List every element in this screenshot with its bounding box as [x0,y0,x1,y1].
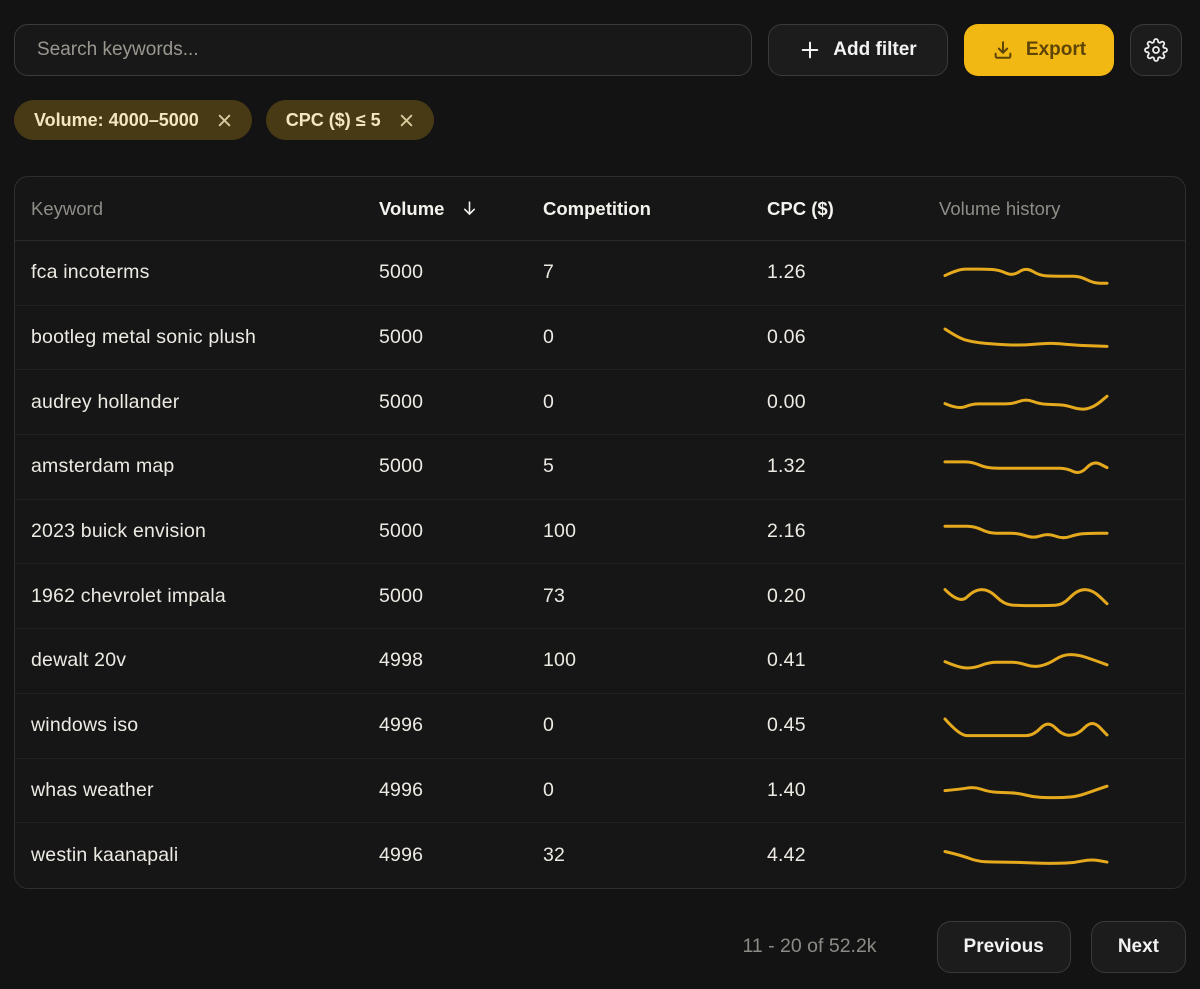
keyword-cell: audrey hollander [31,391,379,414]
volume-history-sparkline [939,641,1169,681]
column-header-volume-history: Volume history [939,198,1169,220]
volume-cell: 4996 [379,779,543,802]
arrow-down-icon [460,199,479,218]
volume-history-sparkline [939,770,1169,810]
volume-history-sparkline [939,318,1169,358]
table-header: Keyword Volume Competition CPC ($) Volum… [15,177,1185,241]
volume-cell: 5000 [379,520,543,543]
volume-cell: 4998 [379,649,543,672]
table-row[interactable]: amsterdam map 5000 5 1.32 [15,435,1185,500]
add-filter-label: Add filter [833,39,916,61]
keyword-cell: dewalt 20v [31,649,379,672]
competition-cell: 5 [543,455,767,478]
competition-cell: 100 [543,520,767,543]
filter-chip-volume[interactable]: Volume: 4000–5000 [14,100,252,140]
export-label: Export [1026,39,1086,61]
toolbar: Add filter Export [0,0,1200,76]
keyword-cell: fca incoterms [31,261,379,284]
competition-cell: 0 [543,391,767,414]
volume-cell: 4996 [379,844,543,867]
competition-cell: 100 [543,649,767,672]
close-icon[interactable] [399,113,414,128]
download-icon [992,39,1014,61]
active-filters: Volume: 4000–5000 CPC ($) ≤ 5 [14,100,1186,140]
keyword-cell: whas weather [31,779,379,802]
volume-history-sparkline [939,706,1169,746]
close-icon[interactable] [217,113,232,128]
volume-cell: 4996 [379,714,543,737]
previous-page-button[interactable]: Previous [937,921,1071,973]
volume-history-sparkline [939,836,1169,876]
cpc-cell: 1.26 [767,261,939,284]
volume-history-sparkline [939,253,1169,293]
keyword-cell: westin kaanapali [31,844,379,867]
cpc-cell: 0.00 [767,391,939,414]
competition-cell: 32 [543,844,767,867]
cpc-cell: 1.32 [767,455,939,478]
keywords-table: Keyword Volume Competition CPC ($) Volum… [14,176,1186,889]
competition-cell: 73 [543,585,767,608]
add-filter-button[interactable]: Add filter [768,24,948,76]
cpc-cell: 0.20 [767,585,939,608]
results-range-label: 11 - 20 of 52.2k [742,935,876,958]
table-row[interactable]: fca incoterms 5000 7 1.26 [15,241,1185,306]
volume-history-sparkline [939,512,1169,552]
table-row[interactable]: windows iso 4996 0 0.45 [15,694,1185,759]
column-header-volume-label: Volume [379,198,444,220]
keyword-cell: windows iso [31,714,379,737]
column-header-volume[interactable]: Volume [379,198,543,220]
keyword-cell: 1962 chevrolet impala [31,585,379,608]
keyword-cell: 2023 buick envision [31,520,379,543]
cpc-cell: 0.41 [767,649,939,672]
column-header-cpc: CPC ($) [767,198,939,220]
competition-cell: 0 [543,779,767,802]
search-input[interactable] [14,24,752,76]
pagination: 11 - 20 of 52.2k Previous Next [14,921,1186,973]
volume-cell: 5000 [379,261,543,284]
cpc-cell: 1.40 [767,779,939,802]
table-row[interactable]: dewalt 20v 4998 100 0.41 [15,629,1185,694]
table-body: fca incoterms 5000 7 1.26 bootleg metal … [15,241,1185,888]
column-header-competition: Competition [543,198,767,220]
table-row[interactable]: bootleg metal sonic plush 5000 0 0.06 [15,306,1185,371]
export-button[interactable]: Export [964,24,1114,76]
table-row[interactable]: 2023 buick envision 5000 100 2.16 [15,500,1185,565]
cpc-cell: 0.06 [767,326,939,349]
plus-icon [799,39,821,61]
table-row[interactable]: 1962 chevrolet impala 5000 73 0.20 [15,564,1185,629]
competition-cell: 0 [543,714,767,737]
next-page-button[interactable]: Next [1091,921,1186,973]
filter-chip-label: CPC ($) ≤ 5 [286,110,381,131]
competition-cell: 0 [543,326,767,349]
cpc-cell: 0.45 [767,714,939,737]
volume-cell: 5000 [379,326,543,349]
volume-history-sparkline [939,382,1169,422]
volume-history-sparkline [939,447,1169,487]
column-header-keyword: Keyword [31,198,379,220]
volume-cell: 5000 [379,585,543,608]
filter-chip-cpc[interactable]: CPC ($) ≤ 5 [266,100,434,140]
filter-chip-label: Volume: 4000–5000 [34,110,199,131]
cpc-cell: 2.16 [767,520,939,543]
cpc-cell: 4.42 [767,844,939,867]
keyword-cell: bootleg metal sonic plush [31,326,379,349]
volume-cell: 5000 [379,455,543,478]
settings-button[interactable] [1130,24,1182,76]
keyword-cell: amsterdam map [31,455,379,478]
volume-cell: 5000 [379,391,543,414]
gear-icon [1144,38,1168,62]
competition-cell: 7 [543,261,767,284]
table-row[interactable]: westin kaanapali 4996 32 4.42 [15,823,1185,888]
next-label: Next [1118,936,1159,958]
volume-history-sparkline [939,576,1169,616]
previous-label: Previous [964,936,1044,958]
table-row[interactable]: audrey hollander 5000 0 0.00 [15,370,1185,435]
table-row[interactable]: whas weather 4996 0 1.40 [15,759,1185,824]
